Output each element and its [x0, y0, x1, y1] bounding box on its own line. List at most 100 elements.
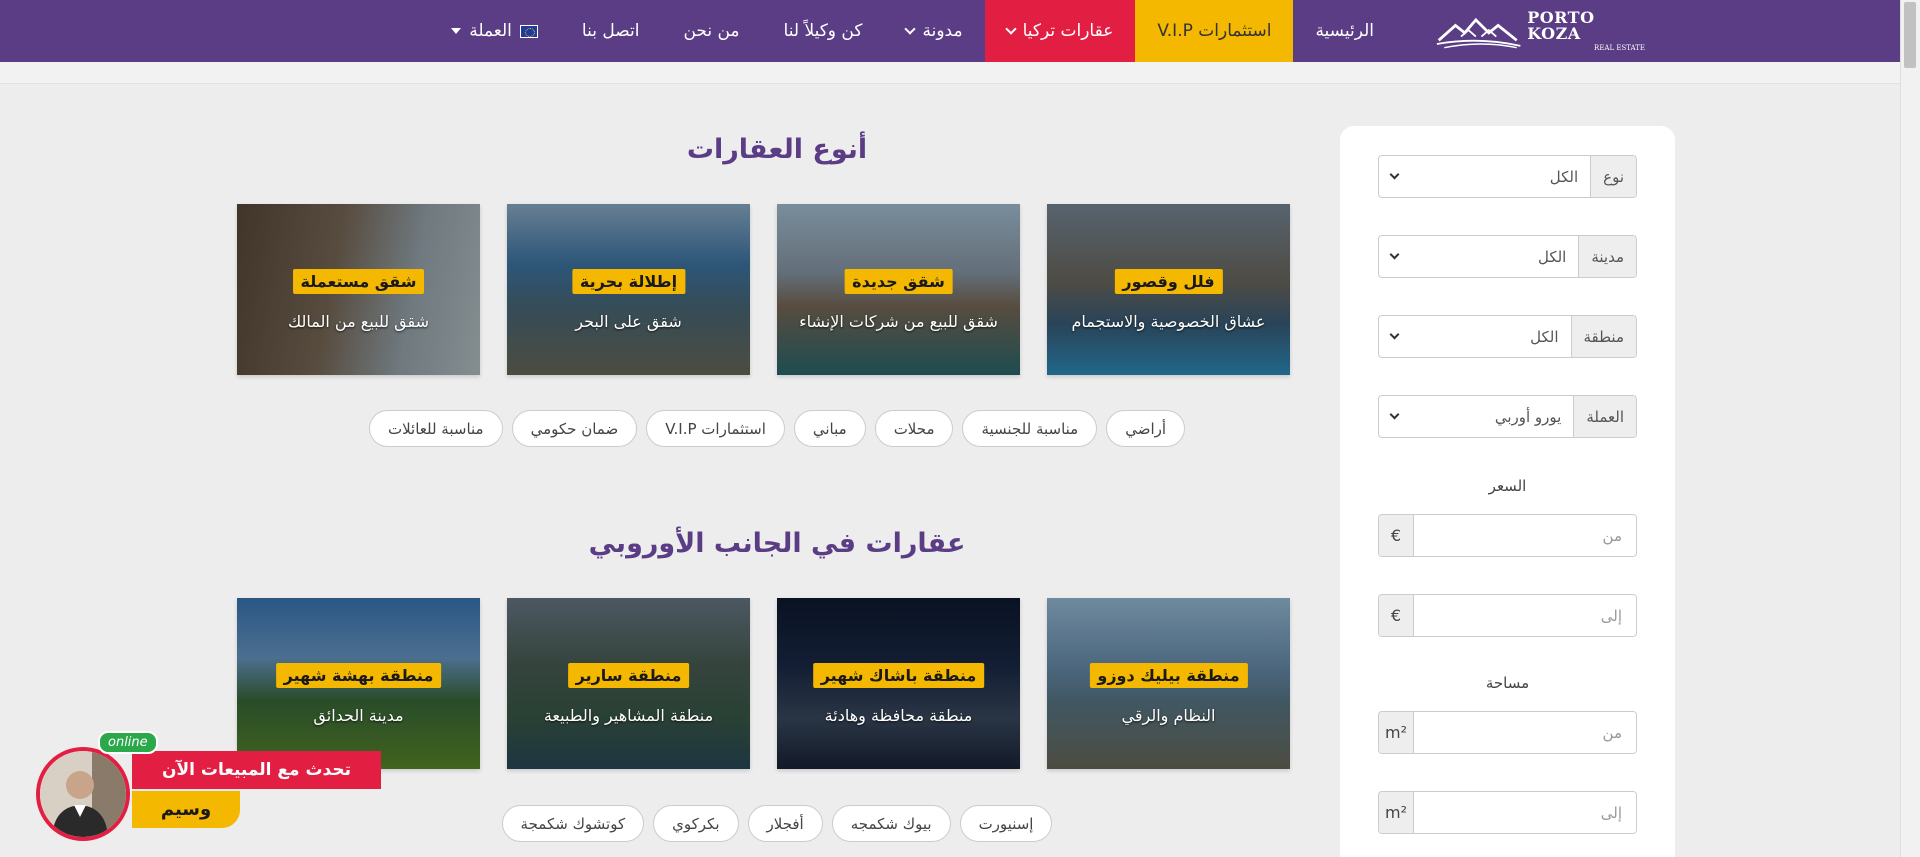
type-card-used-apartments[interactable]: شقق مستعملة شقق للبيع من المالك: [237, 204, 480, 375]
nav-home-label: الرئيسية: [1315, 21, 1374, 41]
nav-vip-label: استثمارات V.I.P: [1157, 21, 1272, 41]
houses-logo-icon: [1436, 17, 1521, 49]
nav-vip[interactable]: استثمارات V.I.P: [1135, 0, 1294, 62]
nav-currency-label: العملة: [469, 21, 512, 41]
nav-about[interactable]: من نحن: [661, 0, 761, 62]
city-select-value: الكل: [1537, 247, 1567, 266]
sub-header-bar: [0, 62, 1900, 84]
card-subtitle: عشاق الخصوصية والاستجمام: [1071, 312, 1266, 331]
nav-home[interactable]: الرئيسية: [1293, 0, 1396, 62]
square-meter-unit: m²: [1379, 712, 1414, 753]
district-card-basaksehir[interactable]: منطقة باشاك شهير منطقة محافظة وهادئة: [777, 598, 1020, 769]
district-card-bahcesehir[interactable]: منطقة بهشة شهير مدينة الحدائق: [237, 598, 480, 769]
card-badge: شقق مستعملة: [292, 269, 425, 294]
property-filter-panel: نوع الكل مدينة الكل منطقة الكل العملة يو…: [1340, 126, 1675, 857]
size-to-field: m²: [1378, 791, 1637, 834]
size-from-field: m²: [1378, 711, 1637, 754]
nav-currency[interactable]: العملة: [429, 0, 560, 62]
price-to-input[interactable]: [1414, 595, 1636, 636]
chip-citizenship[interactable]: مناسبة للجنسية: [962, 410, 1098, 447]
card-subtitle: مدينة الحدائق: [313, 706, 404, 725]
type-card-villas[interactable]: فلل وقصور عشاق الخصوصية والاستجمام: [1047, 204, 1290, 375]
european-side-title: عقارات في الجانب الأوروبي: [588, 528, 966, 559]
area-select-value: الكل: [1530, 327, 1559, 346]
type-card-new-apartments[interactable]: شقق جديدة شقق للبيع من شركات الإنشاء: [777, 204, 1020, 375]
page-scrollbar[interactable]: [1900, 0, 1920, 857]
european-district-chips: إسنيورت بيوك شكمجه أفجلار بكركوي كوتشوك …: [237, 805, 1317, 842]
chip-esenyurt[interactable]: إسنيورت: [959, 805, 1053, 842]
sales-chat-widget[interactable]: online تحدث مع المبيعات الآن وسيم: [36, 731, 381, 845]
size-to-input[interactable]: [1414, 792, 1636, 833]
type-select-value: الكل: [1549, 167, 1579, 186]
city-select[interactable]: مدينة الكل: [1378, 235, 1637, 278]
type-select[interactable]: نوع الكل: [1378, 155, 1637, 198]
agent-avatar[interactable]: [36, 747, 130, 841]
chevron-down-icon: [1389, 409, 1400, 420]
currency-select-value: يورو أوربي: [1494, 407, 1562, 426]
price-from-field: €: [1378, 514, 1637, 557]
card-subtitle: منطقة المشاهير والطبيعة: [543, 706, 714, 725]
brand-logo[interactable]: PORTO KOZA REAL ESTATE: [1435, 0, 1645, 62]
chip-avcilar[interactable]: أفجلار: [747, 805, 823, 842]
scrollbar-thumb[interactable]: [1904, 2, 1916, 68]
price-from-input[interactable]: [1414, 515, 1636, 556]
card-subtitle: النظام والرقي: [1121, 706, 1216, 725]
chip-government-guarantee[interactable]: ضمان حكومي: [511, 410, 638, 447]
district-card-sariyer[interactable]: منطقة سارير منطقة المشاهير والطبيعة: [507, 598, 750, 769]
area-select-label: منطقة: [1570, 316, 1636, 357]
area-select[interactable]: منطقة الكل: [1378, 315, 1637, 358]
nav-blog[interactable]: مدونة: [884, 0, 984, 62]
nav-about-label: من نحن: [683, 21, 740, 41]
chip-families[interactable]: مناسبة للعائلات: [368, 410, 503, 447]
nav-contact[interactable]: اتصل بنا: [560, 0, 662, 62]
euro-unit: €: [1379, 515, 1414, 556]
chip-buyukcekmece[interactable]: بيوك شكمجه: [831, 805, 951, 842]
card-subtitle: شقق على البحر: [575, 312, 682, 331]
district-card-beylikduzu[interactable]: منطقة بيليك دوزو النظام والرقي: [1047, 598, 1290, 769]
chip-lands[interactable]: أراضي: [1106, 410, 1186, 447]
chat-title[interactable]: تحدث مع المبيعات الآن: [132, 751, 381, 789]
brand-tagline: REAL ESTATE: [1594, 44, 1645, 52]
city-select-label: مدينة: [1578, 236, 1636, 277]
property-type-chips: أراضي مناسبة للجنسية محلات مباني استثمار…: [237, 410, 1317, 447]
chip-bakirkoy[interactable]: بكركوي: [653, 805, 739, 842]
type-card-sea-view[interactable]: إطلالة بحرية شقق على البحر: [507, 204, 750, 375]
top-navbar: PORTO KOZA REAL ESTATE الرئيسية استثمارا…: [0, 0, 1900, 62]
caret-down-icon: [451, 28, 462, 34]
nav-blog-label: مدونة: [922, 21, 963, 41]
card-badge: شقق جديدة: [844, 269, 953, 294]
nav-agent[interactable]: كن وكيلاً لنا: [762, 0, 885, 62]
nav-contact-label: اتصل بنا: [581, 21, 640, 41]
nav-agent-label: كن وكيلاً لنا: [783, 21, 863, 41]
size-label: مساحة: [1485, 674, 1530, 692]
price-label: السعر: [1488, 477, 1527, 495]
chip-kucukcekmece[interactable]: كوتشوك شكمجة: [501, 805, 645, 842]
card-badge: إطلالة بحرية: [571, 269, 686, 294]
card-subtitle: شقق للبيع من شركات الإنشاء: [799, 312, 998, 331]
agent-photo-icon: [40, 751, 126, 837]
chip-buildings[interactable]: مباني: [793, 410, 866, 447]
chevron-down-icon: [904, 22, 917, 35]
chevron-down-icon: [1389, 249, 1400, 260]
card-badge: منطقة بهشة شهير: [275, 663, 442, 688]
chevron-down-icon: [1389, 329, 1400, 340]
euro-unit: €: [1379, 595, 1414, 636]
price-to-field: €: [1378, 594, 1637, 637]
size-from-input[interactable]: [1414, 712, 1636, 753]
chip-vip[interactable]: استثمارات V.I.P: [646, 410, 785, 447]
eu-flag-icon: [519, 24, 538, 38]
nav-turkey-properties[interactable]: عقارات تركيا: [984, 0, 1136, 62]
online-status-badge: online: [98, 731, 158, 754]
card-badge: منطقة بيليك دوزو: [1089, 663, 1248, 688]
chip-shops[interactable]: محلات: [874, 410, 954, 447]
agent-name: وسيم: [132, 791, 240, 828]
card-subtitle: شقق للبيع من المالك: [288, 312, 429, 331]
brand-name: PORTO KOZA: [1527, 8, 1595, 43]
card-badge: منطقة باشاك شهير: [812, 663, 985, 688]
currency-select[interactable]: العملة يورو أوربي: [1378, 395, 1637, 438]
chevron-down-icon: [1389, 169, 1400, 180]
property-types-title: أنوع العقارات: [686, 134, 868, 165]
main-menu: الرئيسية استثمارات V.I.P عقارات تركيا مد…: [429, 0, 1396, 62]
square-meter-unit: m²: [1379, 792, 1414, 833]
type-select-label: نوع: [1590, 156, 1636, 197]
